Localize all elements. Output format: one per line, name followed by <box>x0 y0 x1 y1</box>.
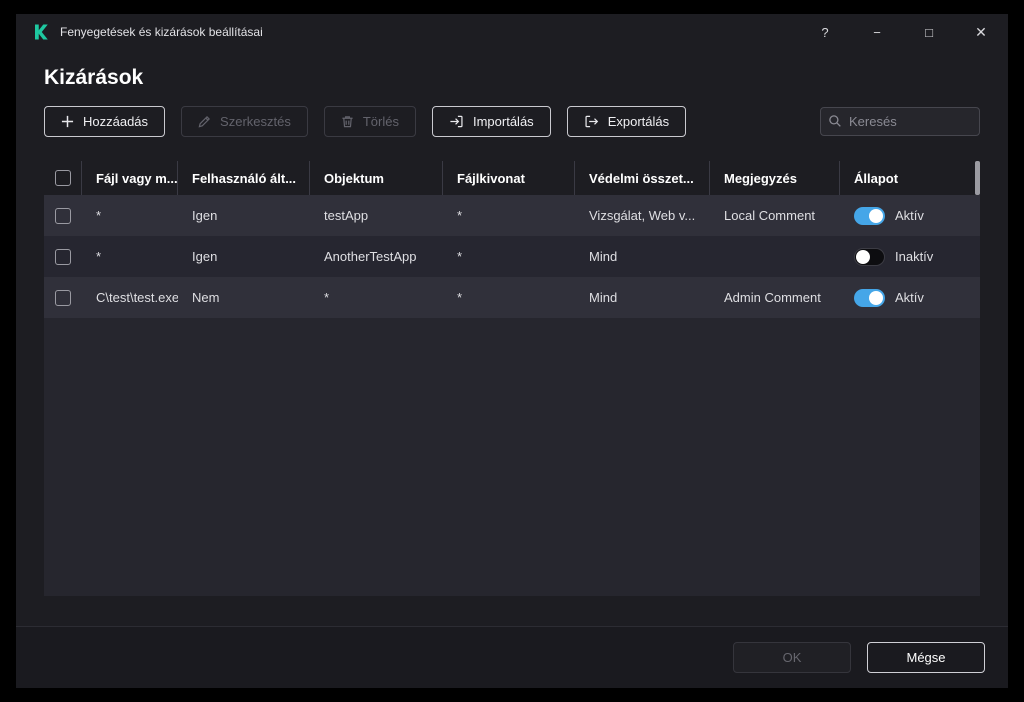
column-header-user[interactable]: Felhasználó ált... <box>178 161 310 195</box>
content: Kizárások Hozzáadás Szerkesztés Törlés I… <box>16 50 1008 626</box>
help-button[interactable]: ? <box>814 21 836 43</box>
maximize-button[interactable]: □ <box>918 21 940 43</box>
table-row[interactable]: * Igen testApp * Vizsgálat, Web v... Loc… <box>44 195 980 236</box>
cell-object: * <box>324 290 330 305</box>
cell-path: * <box>96 208 102 223</box>
cell-hash: * <box>457 208 463 223</box>
search-box <box>820 107 980 136</box>
import-button[interactable]: Importálás <box>431 106 551 137</box>
cell-status: Inaktív <box>840 236 980 277</box>
search-icon <box>828 114 842 128</box>
cell-object: testApp <box>324 208 369 223</box>
cell-user: Igen <box>192 249 218 264</box>
table-row[interactable]: * Igen AnotherTestApp * Mind Inaktív <box>44 236 980 277</box>
footer-bar: OK Mégse <box>16 626 1008 688</box>
import-icon <box>449 114 464 129</box>
toggle-knob <box>869 290 883 305</box>
cell-hash: * <box>457 249 463 264</box>
status-toggle[interactable] <box>854 206 885 225</box>
scrollbar-thumb[interactable] <box>975 161 980 195</box>
cell-components: Vizsgálat, Web v... <box>589 208 696 223</box>
titlebar: Fenyegetések és kizárások beállításai ? … <box>16 14 1008 50</box>
cell-status: Aktív <box>840 195 980 236</box>
kaspersky-logo-icon <box>32 23 50 41</box>
column-header-hash[interactable]: Fájlkivonat <box>443 161 575 195</box>
table-body: * Igen testApp * Vizsgálat, Web v... Loc… <box>44 195 980 596</box>
page-title: Kizárások <box>44 66 144 89</box>
cell-components: Mind <box>589 290 618 305</box>
cell-user: Nem <box>192 290 220 305</box>
export-button[interactable]: Exportálás <box>566 106 687 137</box>
scrollbar-track[interactable] <box>975 161 980 596</box>
trash-icon <box>341 115 354 128</box>
plus-icon <box>61 115 74 128</box>
pencil-icon <box>198 115 211 128</box>
cell-comment: Admin Comment <box>724 290 821 305</box>
ok-button[interactable]: OK <box>733 642 851 673</box>
status-label: Aktív <box>895 290 924 305</box>
cell-user: Igen <box>192 208 218 223</box>
status-label: Inaktív <box>895 249 934 264</box>
add-button-label: Hozzáadás <box>83 114 149 129</box>
cell-path: * <box>96 249 102 264</box>
add-button[interactable]: Hozzáadás <box>44 106 166 137</box>
edit-button[interactable]: Szerkesztés <box>181 106 308 137</box>
cell-components: Mind <box>589 249 618 264</box>
status-label: Aktív <box>895 208 924 223</box>
import-button-label: Importálás <box>472 114 534 129</box>
exclusions-table: Fájl vagy m... Felhasználó ált... Objekt… <box>44 161 980 596</box>
cell-comment <box>710 236 840 277</box>
row-checkbox[interactable] <box>55 248 71 265</box>
column-header-object[interactable]: Objektum <box>310 161 443 195</box>
toolbar: Hozzáadás Szerkesztés Törlés Importálás <box>44 106 980 137</box>
row-checkbox[interactable] <box>55 289 71 306</box>
edit-button-label: Szerkesztés <box>220 114 291 129</box>
cell-comment: Local Comment <box>724 208 816 223</box>
header-checkbox-cell <box>44 161 82 195</box>
close-button[interactable]: ✕ <box>970 21 992 43</box>
column-header-status[interactable]: Állapot <box>840 161 980 195</box>
search-input[interactable] <box>820 107 980 136</box>
select-all-checkbox[interactable] <box>54 170 71 186</box>
row-checkbox[interactable] <box>55 207 71 224</box>
window-title: Fenyegetések és kizárások beállításai <box>60 25 263 39</box>
cancel-button[interactable]: Mégse <box>867 642 985 673</box>
export-icon <box>584 114 599 129</box>
cell-hash: * <box>457 290 463 305</box>
delete-button[interactable]: Törlés <box>323 106 416 137</box>
app-window: Fenyegetések és kizárások beállításai ? … <box>16 14 1008 688</box>
toggle-knob <box>869 208 883 223</box>
delete-button-label: Törlés <box>362 114 399 129</box>
column-header-comment[interactable]: Megjegyzés <box>710 161 840 195</box>
cell-path: C\test\test.exe <box>96 290 178 305</box>
table-header-row: Fájl vagy m... Felhasználó ált... Objekt… <box>44 161 980 195</box>
cell-status: Aktív <box>840 277 980 318</box>
table-row[interactable]: C\test\test.exe Nem * * Mind Admin Comme… <box>44 277 980 318</box>
export-button-label: Exportálás <box>607 114 670 129</box>
column-header-components[interactable]: Védelmi összet... <box>575 161 710 195</box>
cell-object: AnotherTestApp <box>324 249 417 264</box>
column-header-path[interactable]: Fájl vagy m... <box>82 161 178 195</box>
status-toggle[interactable] <box>854 247 885 266</box>
window-controls: ? − □ ✕ <box>814 21 992 43</box>
toggle-knob <box>856 249 870 264</box>
minimize-button[interactable]: − <box>866 21 888 43</box>
status-toggle[interactable] <box>854 288 885 307</box>
